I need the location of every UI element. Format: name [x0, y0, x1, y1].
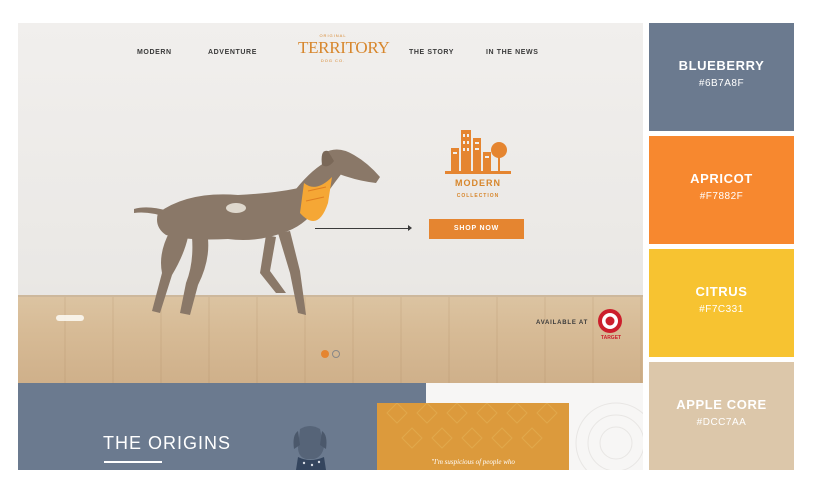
modern-collection-promo: MODERN COLLECTION [428, 128, 528, 199]
title-underline [104, 461, 162, 463]
website-preview: MODERN ADVENTURE THE STORY IN THE NEWS O… [18, 23, 643, 470]
nav-link-in-the-news[interactable]: IN THE NEWS [486, 49, 539, 56]
shop-now-button[interactable]: SHOP NOW [429, 219, 524, 239]
dog-portrait [293, 426, 327, 470]
swatch-name: APRICOT [690, 171, 753, 186]
origins-title: THE ORIGINS [103, 433, 232, 453]
target-logo-icon[interactable] [597, 308, 623, 334]
territory-logo[interactable]: ORIGINAL TERRITORY DOG CO. [298, 33, 390, 73]
swatch-citrus: CITRUS #F7C331 [649, 249, 794, 357]
swatch-hex: #DCC7AA [696, 417, 747, 428]
slide-dot-active[interactable] [321, 350, 329, 358]
available-at-label: AVAILABLE AT [536, 320, 589, 326]
city-buildings-icon [445, 130, 511, 174]
collection-title: MODERN [455, 178, 501, 188]
light-reflection [56, 315, 84, 321]
swatch-blueberry: BLUEBERRY #6B7A8F [649, 23, 794, 131]
nav-link-modern[interactable]: MODERN [137, 49, 172, 56]
swatch-hex: #F7C331 [699, 304, 744, 315]
swatch-name: BLUEBERRY [678, 58, 765, 73]
slide-dot[interactable] [332, 350, 340, 358]
slider-pagination [318, 350, 348, 360]
swatch-apple-core: APPLE CORE #DCC7AA [649, 362, 794, 470]
swatch-hex: #F7882F [699, 191, 744, 202]
collection-subtitle: COLLECTION [456, 193, 500, 199]
swatch-name: CITRUS [695, 284, 748, 299]
target-wordmark: TARGET [600, 335, 622, 341]
logo-wordmark: TERRITORY [298, 38, 390, 57]
nav-link-the-story[interactable]: THE STORY [409, 49, 454, 56]
logo-bottom-text: DOG CO. [320, 58, 346, 63]
swatch-hex: #6B7A8F [698, 78, 745, 89]
arrow-head-icon [408, 225, 412, 231]
diamond-pattern [386, 403, 558, 449]
nav-link-adventure[interactable]: ADVENTURE [208, 49, 257, 56]
swatch-apricot: APRICOT #F7882F [649, 136, 794, 244]
swatch-name: APPLE CORE [676, 397, 767, 412]
dog-photo [134, 149, 380, 315]
testimonial-quote: "I'm suspicious of people who [431, 458, 515, 466]
origins-section: THE ORIGINS [18, 383, 426, 470]
arrow-line [315, 228, 410, 229]
testimonial-card: "I'm suspicious of people who [377, 403, 569, 470]
hero-section: MODERN ADVENTURE THE STORY IN THE NEWS O… [18, 23, 643, 383]
